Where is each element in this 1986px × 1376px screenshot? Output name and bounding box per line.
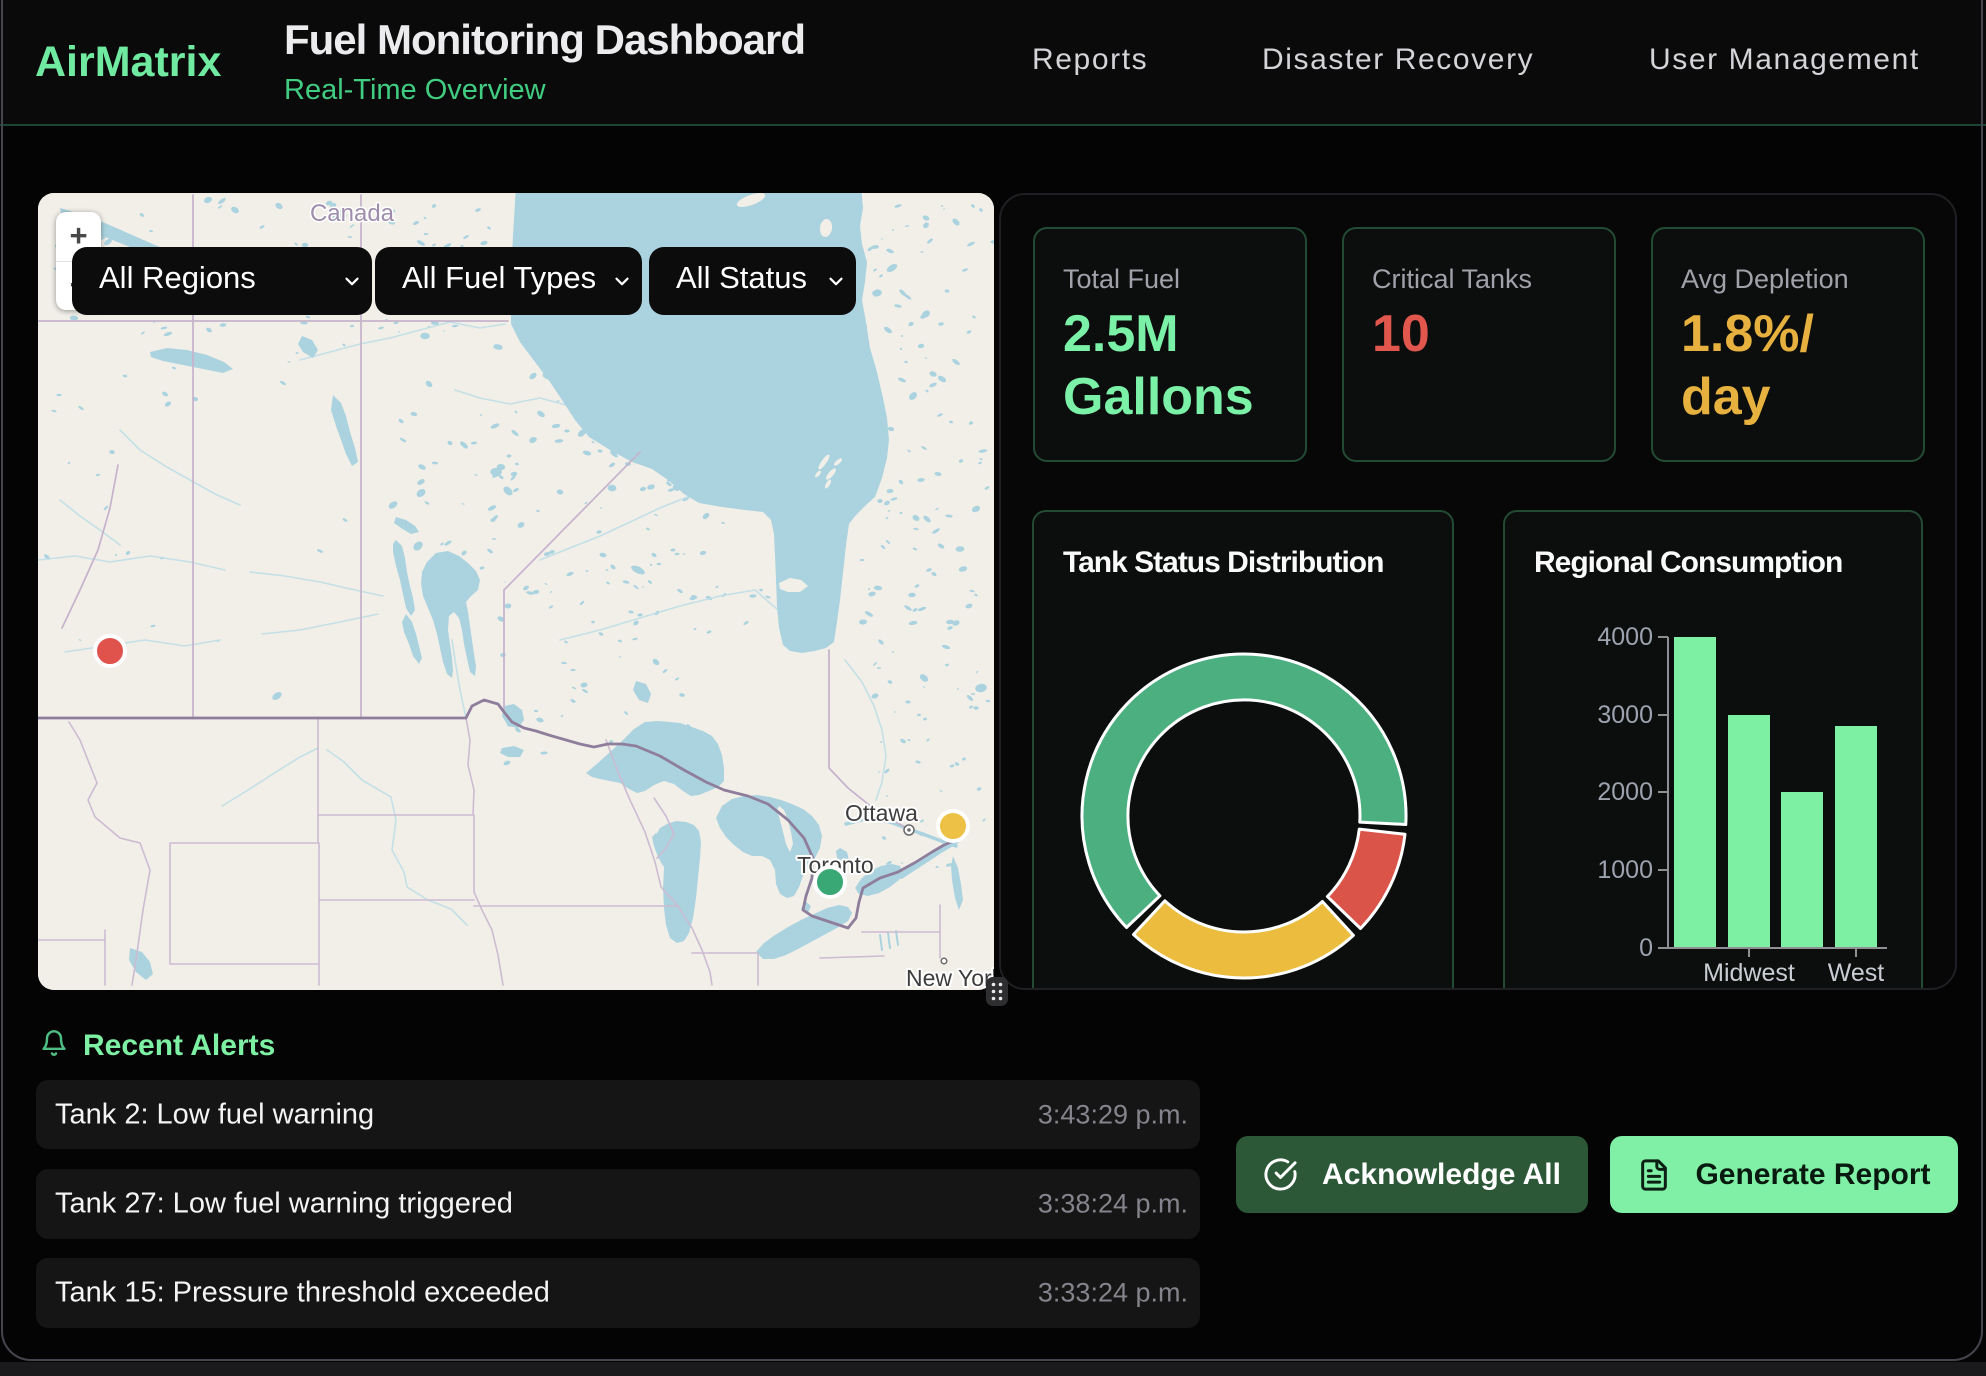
svg-text:Canada: Canada (310, 200, 395, 227)
svg-text:2000: 2000 (1597, 778, 1653, 806)
svg-text:Ottawa: Ottawa (845, 800, 918, 826)
svg-text:0: 0 (1639, 934, 1653, 962)
svg-text:3000: 3000 (1597, 701, 1653, 729)
svg-text:West: West (1828, 959, 1885, 987)
svg-text:New York: New York (906, 965, 994, 990)
svg-text:1000: 1000 (1597, 856, 1653, 884)
svg-text:4000: 4000 (1597, 623, 1653, 651)
svg-text:Midwest: Midwest (1703, 959, 1795, 987)
